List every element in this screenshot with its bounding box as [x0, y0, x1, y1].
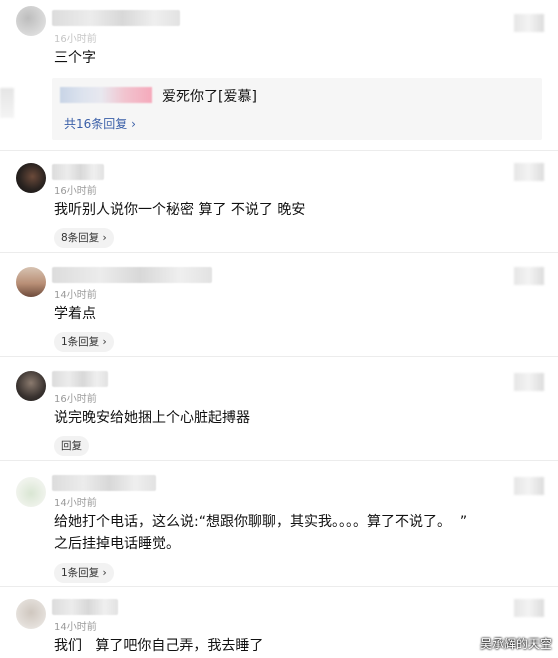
left-edge-smudge: [0, 88, 14, 118]
reply-count-button[interactable]: 1条回复 ›: [54, 332, 114, 352]
comment-text: 我听别人说你一个秘密 算了 不说了 晚安: [54, 202, 306, 218]
chevron-right-icon: ›: [102, 336, 107, 348]
avatar[interactable]: [16, 267, 46, 297]
username-blurred[interactable]: [52, 10, 180, 26]
comment-item: 16小时前 说完晚安给她捆上个心脏起搏器 回复: [0, 357, 558, 459]
comment-time: 14小时前: [54, 622, 97, 633]
like-count-blurred[interactable]: [514, 14, 544, 32]
reply-count-button[interactable]: 8条回复 ›: [54, 228, 114, 248]
reply-count-label: 1条回复: [61, 567, 100, 579]
avatar[interactable]: [16, 163, 46, 193]
comment-text: 学着点: [54, 306, 96, 322]
comment-item: 14小时前 给她打个电话，这么说:“想跟你聊聊，其实我。。。。算了不说了。 ” …: [0, 461, 558, 585]
like-count-blurred[interactable]: [514, 599, 544, 617]
nested-reply-box[interactable]: 爱死你了[爱慕] 共16条回复 ›: [52, 78, 542, 140]
chevron-right-icon: ›: [131, 117, 136, 131]
username-blurred[interactable]: [52, 475, 156, 491]
comment-text: 说完晚安给她捆上个心脏起搏器: [54, 410, 250, 426]
reply-count-button[interactable]: 1条回复 ›: [54, 563, 114, 583]
comment-text: 三个字: [54, 50, 96, 66]
username-blurred[interactable]: [52, 599, 118, 615]
avatar[interactable]: [16, 477, 46, 507]
comment-time: 16小时前: [54, 394, 97, 405]
comment-time: 14小时前: [54, 290, 97, 301]
comment-text: 给她打个电话，这么说:“想跟你聊聊，其实我。。。。算了不说了。 ”: [54, 514, 468, 530]
comment-item: 14小时前 学着点 1条回复 ›: [0, 253, 558, 355]
chevron-right-icon: ›: [102, 232, 107, 244]
avatar[interactable]: [16, 599, 46, 629]
view-all-replies-link[interactable]: 共16条回复 ›: [64, 115, 136, 132]
comment-time: 16小时前: [54, 186, 97, 197]
username-blurred[interactable]: [52, 371, 108, 387]
watermark: 吴承辉的天空: [479, 637, 552, 651]
nested-reply-text: 爱死你了[爱慕]: [162, 89, 257, 105]
nested-username-blurred: [60, 87, 152, 103]
reply-count-label: 1条回复: [61, 336, 100, 348]
comment-time: 16小时前: [54, 34, 97, 45]
like-count-blurred[interactable]: [514, 477, 544, 495]
avatar[interactable]: [16, 6, 46, 36]
comment-item: 16小时前 三个字 爱死你了[爱慕] 共16条回复 ›: [0, 0, 558, 150]
chevron-right-icon: ›: [102, 567, 107, 579]
avatar[interactable]: [16, 371, 46, 401]
username-blurred[interactable]: [52, 164, 104, 180]
comment-item: 16小时前 我听别人说你一个秘密 算了 不说了 晚安 8条回复 ›: [0, 151, 558, 251]
username-blurred[interactable]: [52, 267, 212, 283]
view-all-replies-label: 共16条回复: [64, 117, 128, 131]
comment-item: 14小时前 我们 算了吧你自己弄，我去睡了: [0, 587, 558, 658]
like-count-blurred[interactable]: [514, 163, 544, 181]
comment-text-line-2: 之后挂掉电话睡觉。: [54, 536, 180, 552]
comment-time: 14小时前: [54, 498, 97, 509]
reply-count-label: 8条回复: [61, 232, 100, 244]
like-count-blurred[interactable]: [514, 373, 544, 391]
like-count-blurred[interactable]: [514, 267, 544, 285]
comment-text: 我们 算了吧你自己弄，我去睡了: [54, 638, 264, 654]
reply-button[interactable]: 回复: [54, 436, 89, 456]
